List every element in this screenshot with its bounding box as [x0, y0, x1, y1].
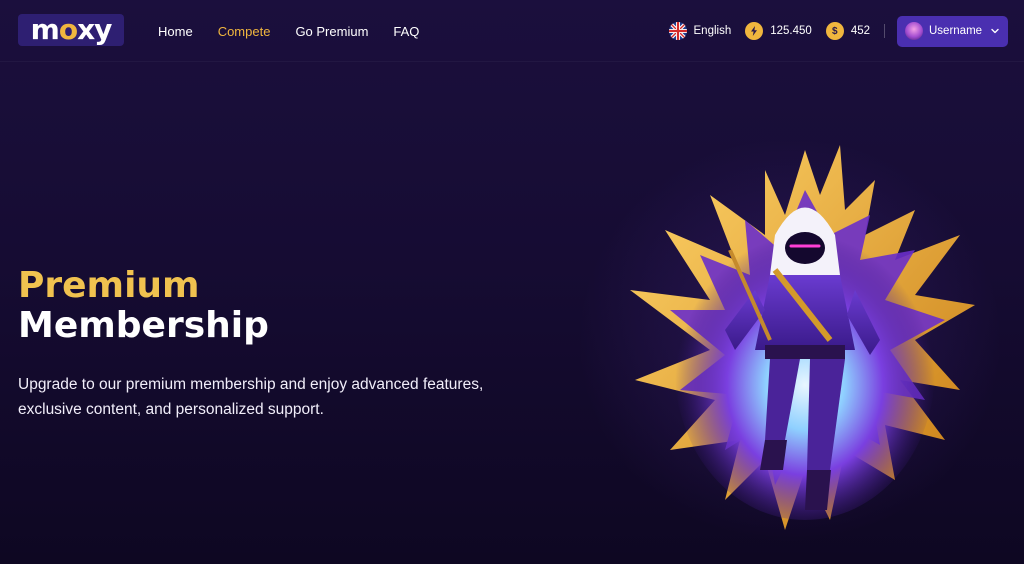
cash-value: 452: [850, 25, 870, 37]
coins-balance: 125.450: [745, 22, 812, 40]
nav-compete[interactable]: Compete: [218, 24, 271, 39]
chevron-down-icon: [991, 28, 999, 34]
uk-flag-icon: [668, 22, 687, 40]
username-label: Username: [929, 25, 983, 37]
user-menu-button[interactable]: Username: [897, 15, 1008, 47]
coins-value: 125.450: [770, 25, 812, 37]
hero-title-line1: Premium: [18, 265, 200, 306]
cash-balance: $ 452: [825, 22, 870, 40]
header-divider: [884, 24, 885, 38]
hero-title: Premium Membership: [18, 266, 269, 346]
nav-go-premium[interactable]: Go Premium: [295, 24, 368, 39]
top-navigation-bar: m o xy Home Compete Go Premium FAQ English: [0, 0, 1024, 62]
main-nav: Home Compete Go Premium FAQ: [158, 0, 419, 62]
language-label: English: [693, 25, 732, 37]
hero-character-illustration: [630, 145, 975, 530]
nav-home[interactable]: Home: [158, 24, 193, 39]
hero-description: Upgrade to our premium membership and en…: [18, 376, 484, 418]
language-selector[interactable]: English: [668, 22, 732, 40]
avatar: [905, 22, 923, 40]
bolt-coin-icon: [745, 22, 764, 40]
hero-title-line2: Membership: [18, 305, 269, 346]
nav-faq[interactable]: FAQ: [393, 24, 419, 39]
header-right-group: English 125.450 $ 452 Username: [668, 0, 1008, 62]
dollar-coin-icon: $: [825, 22, 844, 40]
moxy-logo[interactable]: m o xy: [18, 14, 124, 46]
